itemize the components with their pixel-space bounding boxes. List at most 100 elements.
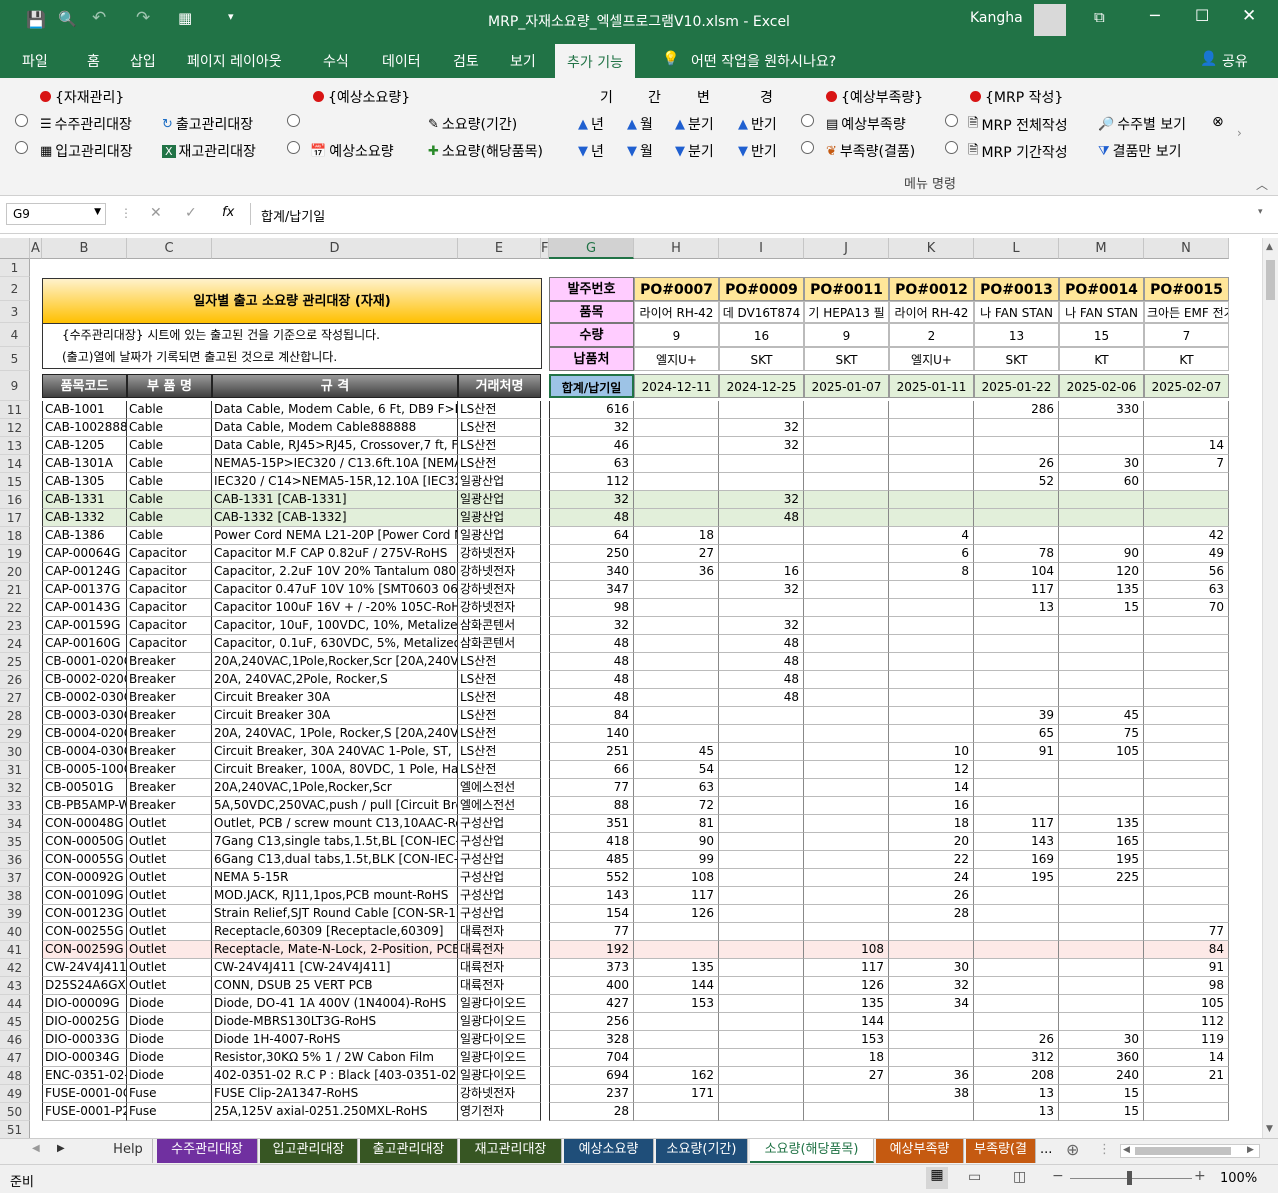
shipment-ledger-button[interactable]: ↻ 출고관리대장 — [162, 114, 253, 134]
shortage-only-button[interactable]: ⧩ 결품만 보기 — [1098, 141, 1181, 161]
row-header[interactable]: 3 — [0, 301, 30, 323]
half-up-button[interactable]: ▲ 반기 — [738, 114, 777, 134]
radio-shortage-1[interactable] — [801, 114, 814, 127]
sheet-tab[interactable]: 예상부족량 — [876, 1139, 964, 1163]
row-header[interactable]: 2 — [0, 277, 30, 301]
formula-input[interactable]: 합계/납기일 — [250, 203, 1270, 225]
share-button[interactable]: 공유 — [1222, 51, 1248, 71]
add-sheet-icon[interactable]: ⊕ — [1066, 1140, 1079, 1159]
sheet-tab[interactable]: 출고관리대장 — [360, 1139, 458, 1163]
scroll-down-icon[interactable]: ▼ — [1266, 1124, 1273, 1134]
year-up-button[interactable]: ▲ 년 — [578, 114, 604, 134]
column-header-C[interactable]: C — [127, 238, 212, 259]
scroll-right-icon[interactable]: ▶ — [1247, 1145, 1254, 1155]
row-header[interactable]: 34 — [0, 815, 30, 833]
column-header-A[interactable]: A — [30, 238, 42, 259]
month-up-button[interactable]: ▲ 월 — [627, 114, 653, 134]
worksheet-grid[interactable]: ABCDEFGHIJKLMN 1 2 3 4 5 9 11 12 13 14 15 16 17 18 19 2… — [0, 238, 1262, 1138]
row-header[interactable]: 46 — [0, 1031, 30, 1049]
row-header[interactable]: 23 — [0, 617, 30, 635]
clear-filter-icon[interactable]: ⊗ — [1212, 114, 1224, 130]
column-header-H[interactable]: H — [634, 238, 719, 259]
tab-formulas[interactable]: 수식 — [323, 51, 349, 71]
radio-mrp-2[interactable] — [945, 141, 958, 154]
radio-row2[interactable] — [15, 141, 28, 154]
maximize-icon[interactable]: ☐ — [1195, 6, 1209, 25]
sheet-tab[interactable]: 예상소요량 — [564, 1139, 654, 1163]
row-header[interactable]: 31 — [0, 761, 30, 779]
tab-data[interactable]: 데이터 — [382, 51, 421, 71]
horizontal-scrollbar[interactable]: ◀ ▶ — [1120, 1144, 1260, 1158]
mrp-period-button[interactable]: 🗎 MRP 기간작성 — [968, 141, 1068, 163]
page-break-view-icon[interactable]: ◫ — [1013, 1169, 1026, 1185]
row-header[interactable]: 38 — [0, 887, 30, 905]
row-header[interactable]: 11 — [0, 401, 30, 419]
select-all-corner[interactable] — [0, 238, 30, 259]
by-order-view-button[interactable]: 🔎 수주별 보기 — [1098, 114, 1186, 134]
radio-button[interactable] — [287, 141, 300, 154]
row-header[interactable]: 15 — [0, 473, 30, 491]
row-header[interactable]: 26 — [0, 671, 30, 689]
radio-button[interactable] — [801, 114, 814, 127]
hscroll-thumb[interactable] — [1135, 1147, 1231, 1155]
radio-forecast-2[interactable] — [287, 141, 300, 154]
quarter-up-button[interactable]: ▲ 분기 — [675, 114, 714, 134]
vertical-scrollbar[interactable]: ▲ ▼ — [1262, 238, 1278, 1138]
minimize-icon[interactable]: ─ — [1150, 6, 1160, 25]
radio-shortage-2[interactable] — [801, 141, 814, 154]
radio-button[interactable] — [15, 114, 28, 127]
row-header[interactable]: 22 — [0, 599, 30, 617]
tab-file[interactable]: 파일 — [22, 51, 48, 71]
radio-button[interactable] — [15, 141, 28, 154]
scroll-thumb[interactable] — [1266, 260, 1275, 300]
row-header[interactable]: 37 — [0, 869, 30, 887]
radio-button[interactable] — [945, 141, 958, 154]
row-header[interactable]: 19 — [0, 545, 30, 563]
row-header[interactable]: 21 — [0, 581, 30, 599]
column-header-I[interactable]: I — [719, 238, 804, 259]
row-header[interactable]: 43 — [0, 977, 30, 995]
row-header[interactable]: 35 — [0, 833, 30, 851]
row-header[interactable]: 20 — [0, 563, 30, 581]
cancel-icon[interactable]: ✕ — [150, 205, 162, 221]
inventory-ledger-button[interactable]: X 재고관리대장 — [162, 141, 256, 161]
row-header[interactable]: 12 — [0, 419, 30, 437]
row-header[interactable]: 32 — [0, 779, 30, 797]
row-header[interactable]: 47 — [0, 1049, 30, 1067]
row-header[interactable]: 4 — [0, 323, 30, 347]
zoom-in-icon[interactable]: + — [1194, 1168, 1206, 1184]
row-header[interactable]: 1 — [0, 259, 30, 277]
radio-row1[interactable] — [15, 114, 28, 127]
row-header[interactable]: 24 — [0, 635, 30, 653]
row-header[interactable]: 29 — [0, 725, 30, 743]
mrp-full-button[interactable]: 🗎 MRP 전체작성 — [968, 114, 1068, 136]
insert-function-icon[interactable]: fx — [222, 205, 234, 220]
column-header-F[interactable]: F — [541, 238, 549, 259]
sheet-tab[interactable]: 부족량(결 — [966, 1139, 1036, 1163]
row-header[interactable]: 25 — [0, 653, 30, 671]
zoom-out-icon[interactable]: − — [1052, 1168, 1064, 1184]
column-header-L[interactable]: L — [974, 238, 1059, 259]
ribbon-display-icon[interactable]: ⧉ — [1094, 8, 1105, 26]
expected-usage-button[interactable]: 📅 예상소요량 — [310, 141, 394, 161]
month-down-button[interactable]: ▼ 월 — [627, 141, 653, 161]
tell-me-box[interactable]: 어떤 작업을 원하시나요? — [691, 51, 836, 71]
name-box[interactable]: G9 ▼ — [6, 203, 106, 225]
sheet-tab[interactable]: 입고관리대장 — [260, 1139, 358, 1163]
tab-page-layout[interactable]: 페이지 레이아웃 — [187, 51, 282, 71]
page-layout-view-icon[interactable]: ▭ — [968, 1169, 981, 1185]
usage-period-button[interactable]: ✎ 소요량(기간) — [428, 114, 517, 134]
row-header[interactable]: 42 — [0, 959, 30, 977]
row-header[interactable]: 40 — [0, 923, 30, 941]
collapse-ribbon-icon[interactable]: ︿ — [1256, 176, 1268, 193]
row-header[interactable]: 41 — [0, 941, 30, 959]
sheet-tab[interactable]: Help — [104, 1139, 153, 1163]
row-header[interactable]: 49 — [0, 1085, 30, 1103]
row-header[interactable]: 9 — [0, 371, 30, 401]
row-header[interactable]: 28 — [0, 707, 30, 725]
sheet-tab[interactable]: 수주관리대장 — [157, 1139, 258, 1163]
sheet-tab[interactable]: 소요량(해당품목) — [750, 1139, 874, 1163]
tab-view[interactable]: 보기 — [510, 51, 536, 71]
radio-button[interactable] — [801, 141, 814, 154]
radio-button[interactable] — [945, 114, 958, 127]
